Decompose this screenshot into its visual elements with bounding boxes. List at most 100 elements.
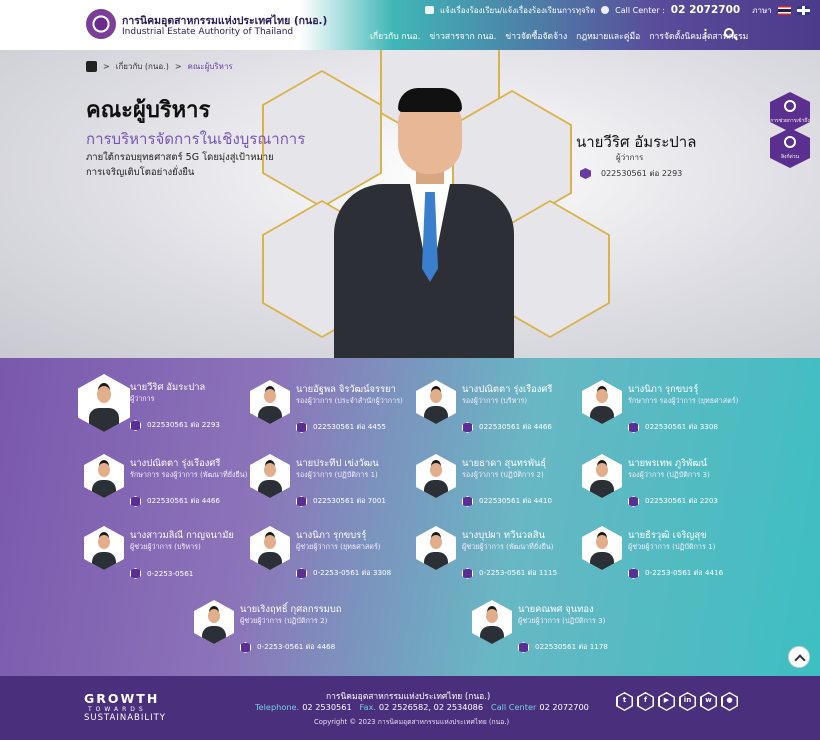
executive-position: ผู้ช่วยผู้ว่าการ (ยุทธศาสตร์) [296, 542, 381, 551]
thai-flag-icon[interactable] [777, 5, 791, 15]
slogan-sustainability: SUSTAINABILITY [84, 713, 167, 723]
executive-card[interactable]: นายประทีป เข่งวัฒน รองผู้ว่าการ (ปฏิบัติ… [250, 454, 410, 514]
executive-name: นางปณิตตา รุ่งเรืองศรี [462, 384, 553, 395]
phone-number[interactable]: 022530561 ต่อ 2293 [601, 167, 682, 180]
executive-phone: 022530561 ต่อ 4466 [462, 422, 552, 433]
executive-card[interactable]: นางสาวมลิณี กาญจนามัย ผู้ช่วยผู้ว่าการ (… [84, 526, 244, 586]
executive-photo [84, 526, 124, 570]
executive-position: ผู้ช่วยผู้ว่าการ (ปฏิบัติการ 3) [518, 616, 606, 625]
executive-name: นางนิภา รุกขบรรุ์ [628, 384, 699, 395]
phone-number[interactable]: 022530561 ต่อ 4455 [313, 422, 386, 433]
breadcrumb-parent[interactable]: เกี่ยวกับ (กนอ.) [116, 60, 169, 73]
phone-icon [628, 568, 639, 579]
nav-item-news[interactable]: ข่าวสารจาก กนอ. [429, 29, 496, 43]
phone-number[interactable]: 0-2253-0561 ต่อ 4416 [645, 568, 723, 579]
facebook-icon[interactable]: f [637, 692, 654, 711]
back-to-top-button[interactable] [788, 646, 810, 668]
executive-card[interactable]: นายธีรวุฒิ เจริญสุข ผู้ช่วยผู้ว่าการ (ปฏ… [582, 526, 742, 586]
executive-name: นายประทีป เข่งวัฒน [296, 458, 379, 469]
executive-photo [250, 526, 290, 570]
executive-phone: 0-2253-0561 ต่อ 4416 [628, 568, 723, 579]
slogan-logo: GROWTH TOWARDS SUSTAINABILITY [84, 691, 166, 723]
phone-number[interactable]: 022530561 ต่อ 4466 [479, 422, 552, 433]
call-center-number[interactable]: 02 2072700 [671, 4, 740, 16]
twitter-icon[interactable]: t [616, 692, 633, 711]
executive-name: นางบุปผา ทวีนวลสิน [462, 530, 545, 541]
phone-number[interactable]: 0-2253-0561 ต่อ 3308 [313, 568, 391, 579]
site-header: การนิคมอุตสาหกรรมแห่งประเทศไทย (กนอ.) In… [0, 0, 820, 50]
executive-card[interactable]: นายเริงฤทธิ์ กุศลกรรมบถ ผู้ช่วยผู้ว่าการ… [194, 600, 354, 660]
phone-number[interactable]: 022530561 ต่อ 7001 [313, 496, 386, 507]
phone-icon [130, 496, 141, 507]
phone-number[interactable]: 022530561 ต่อ 2293 [147, 420, 220, 431]
executive-position: ผู้ช่วยผู้ว่าการ (ปฏิบัติการ 2) [240, 616, 328, 625]
executive-phone: 0-2253-0561 ต่อ 1115 [462, 568, 557, 579]
nav-item-procurement[interactable]: ข่าวจัดซื้อจัดจ้าง [505, 29, 567, 43]
executive-card[interactable]: นางปณิตตา รุ่งเรืองศรี รองผู้ว่าการ (บริ… [416, 380, 576, 440]
executive-name: นายคณพศ จุนทอง [518, 604, 594, 615]
executive-card[interactable]: นางนิภา รุกขบรรุ์ รักษาการ รองผู้ว่าการ … [582, 380, 742, 440]
executive-position: รองผู้ว่าการ (ปฏิบัติการ 2) [462, 470, 544, 479]
executive-position: ผู้ช่วยผู้ว่าการ (บริหาร) [130, 542, 201, 551]
top-utility-bar: แจ้งเรื่องร้องเรียน/แจ้งเรื่องร้องเรียนก… [425, 3, 810, 17]
accessibility-icon [784, 100, 796, 112]
quick-links-label: ลิงก์ด่วน [780, 154, 799, 160]
executive-card[interactable]: นายวีริศ อัมระปาล ผู้ว่าการ 022530561 ต่… [78, 374, 244, 438]
executive-photo [472, 600, 512, 644]
linkedin-icon[interactable]: in [679, 692, 696, 711]
phone-icon [130, 568, 141, 579]
phone-number[interactable]: 022530561 ต่อ 1178 [535, 642, 608, 653]
nav-item-about[interactable]: เกี่ยวกับ กนอ. [370, 29, 420, 43]
page-subtitle: การบริหารจัดการในเชิงบูรณาการ [86, 130, 306, 148]
youtube-icon[interactable]: ▶ [658, 692, 675, 711]
more-menu-icon[interactable]: ⋮ [700, 27, 711, 40]
wechat-icon[interactable]: ● [721, 692, 738, 711]
phone-number[interactable]: 022530561 ต่อ 3308 [645, 422, 718, 433]
complaint-link[interactable]: แจ้งเรื่องร้องเรียน/แจ้งเรื่องร้องเรียนก… [440, 4, 595, 17]
weibo-icon[interactable]: w [700, 692, 717, 711]
executive-photo [250, 380, 290, 424]
phone-number[interactable]: 022530561 ต่อ 2203 [645, 496, 718, 507]
executive-card[interactable]: นางนิภา รุกขบรรุ์ ผู้ช่วยผู้ว่าการ (ยุทธ… [250, 526, 410, 586]
phone-icon [296, 422, 307, 433]
executive-position: ผู้ว่าการ [130, 394, 155, 403]
executive-card[interactable]: นางบุปผา ทวีนวลสิน ผู้ช่วยผู้ว่าการ (พัฒ… [416, 526, 576, 586]
breadcrumb-separator: > [103, 62, 110, 71]
executive-phone: 0-2253-0561 ต่อ 4468 [240, 642, 335, 653]
telephone-number[interactable]: 02 2530561 [302, 702, 352, 712]
phone-number[interactable]: 0-2253-0561 ต่อ 4468 [257, 642, 335, 653]
fax-label: Fax. [359, 702, 376, 712]
english-flag-icon[interactable] [796, 5, 810, 15]
home-icon[interactable] [86, 61, 97, 72]
phone-icon [580, 168, 591, 179]
executive-card[interactable]: นายคณพศ จุนทอง ผู้ช่วยผู้ว่าการ (ปฏิบัติ… [472, 600, 632, 660]
executive-phone: 0-2253-0561 [130, 568, 193, 579]
nav-item-law[interactable]: กฎหมายและคู่มือ [576, 29, 640, 43]
brand-english-name[interactable]: Industrial Estate Authority of Thailand [122, 27, 293, 37]
call-center-label: Call Center [490, 702, 537, 712]
ieat-logo[interactable] [86, 9, 116, 39]
executive-card[interactable]: นายธาดา สุนทรพันธุ์ รองผู้ว่าการ (ปฏิบัต… [416, 454, 576, 514]
executive-position: รักษาการ รองผู้ว่าการ (พัฒนาที่ยั่งยืน) [130, 470, 248, 479]
copyright: Copyright © 2023 การนิคมอุตสาหกรรมแห่งปร… [314, 718, 510, 726]
phone-number[interactable]: 022530561 ต่อ 4466 [147, 496, 220, 507]
main-nav: เกี่ยวกับ กนอ. ข่าวสารจาก กนอ. ข่าวจัดซื… [370, 29, 748, 43]
executive-card[interactable]: นายพรเทพ ภูริพัฒน์ รองผู้ว่าการ (ปฏิบัติ… [582, 454, 742, 514]
search-icon[interactable] [724, 28, 734, 38]
phone-number[interactable]: 0-2253-0561 [147, 569, 193, 578]
executive-card[interactable]: นางปณิตตา รุ่งเรืองศรี รักษาการ รองผู้ว่… [84, 454, 248, 514]
executive-team-section: นายวีริศ อัมระปาล ผู้ว่าการ 022530561 ต่… [0, 358, 820, 676]
call-center-number[interactable]: 02 2072700 [539, 702, 589, 712]
link-icon [784, 136, 796, 148]
phone-number[interactable]: 0-2253-0561 ต่อ 1115 [479, 568, 557, 579]
executive-photo [582, 454, 622, 498]
executive-position: รองผู้ว่าการ (บริหาร) [462, 396, 528, 405]
executive-phone: 022530561 ต่อ 2203 [628, 496, 718, 507]
phone-number[interactable]: 022530561 ต่อ 4410 [479, 496, 552, 507]
executive-phone: 022530561 ต่อ 4455 [296, 422, 386, 433]
phone-icon [130, 420, 141, 431]
language-label: ภาษา [752, 5, 772, 15]
featured-executive-phone: 022530561 ต่อ 2293 [580, 167, 682, 180]
executive-position: รักษาการ รองผู้ว่าการ (ยุทธศาสตร์) [628, 396, 739, 405]
executive-card[interactable]: นายอัฐพล จิรวัฒน์จรรยา รองผู้ว่าการ (ประ… [250, 380, 410, 440]
